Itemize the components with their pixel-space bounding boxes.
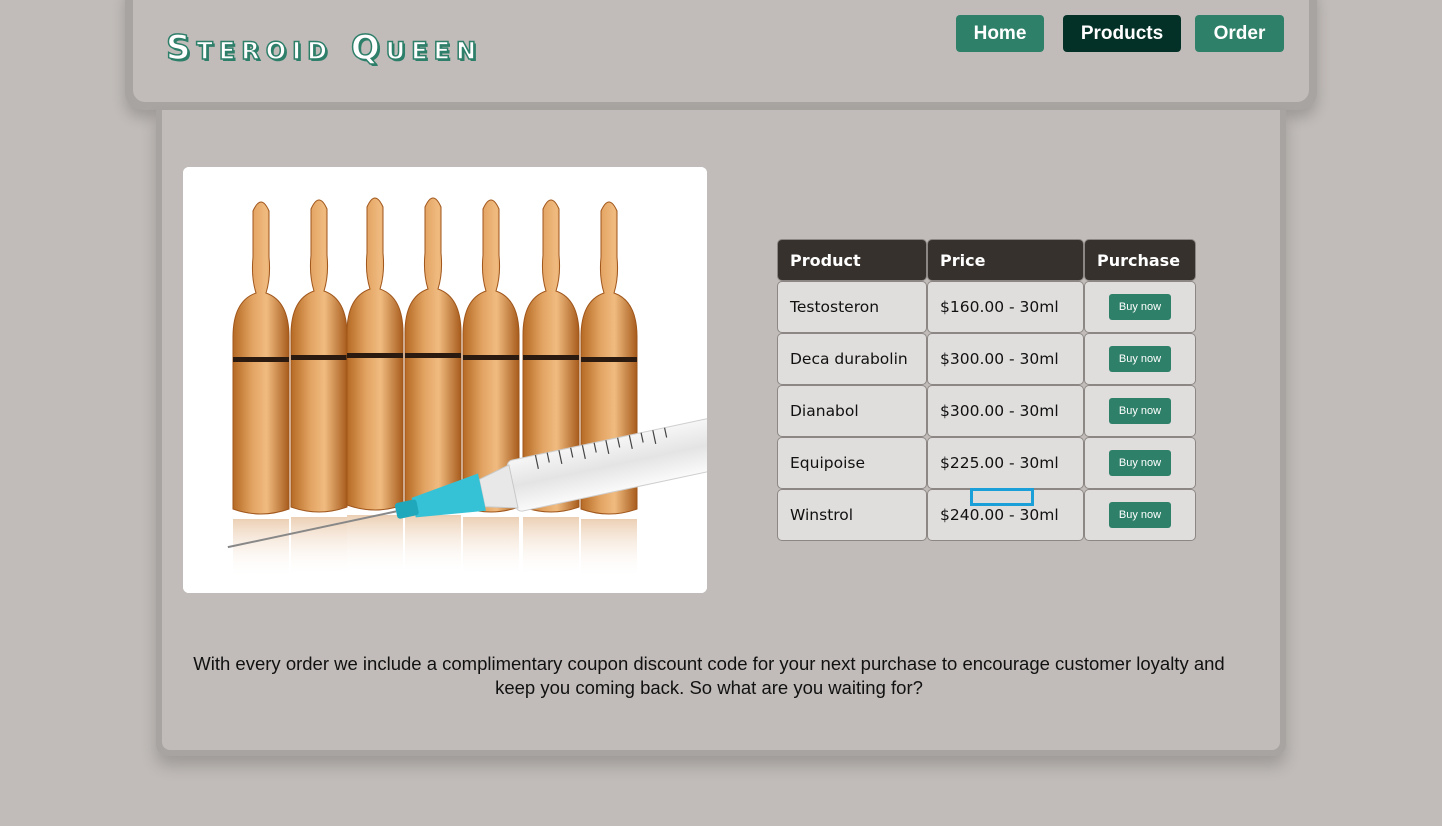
product-price: $300.00 - 30ml xyxy=(928,334,1083,384)
purchase-cell: Buy now xyxy=(1085,386,1195,436)
table-row: Dianabol $300.00 - 30ml Buy now xyxy=(778,386,1195,436)
site-logo[interactable]: Steroid Queen xyxy=(165,27,482,69)
product-photo xyxy=(183,167,707,593)
product-price: $300.00 - 30ml xyxy=(928,386,1083,436)
purchase-cell: Buy now xyxy=(1085,490,1195,540)
product-name: Winstrol xyxy=(778,490,926,540)
purchase-cell: Buy now xyxy=(1085,334,1195,384)
product-name: Equipoise xyxy=(778,438,926,488)
purchase-cell: Buy now xyxy=(1085,438,1195,488)
buy-now-button[interactable]: Buy now xyxy=(1109,346,1171,372)
header-purchase: Purchase xyxy=(1085,240,1195,280)
header-price: Price xyxy=(928,240,1083,280)
table-header-row: Product Price Purchase xyxy=(778,240,1195,280)
purchase-cell: Buy now xyxy=(1085,282,1195,332)
table-row: Testosteron $160.00 - 30ml Buy now xyxy=(778,282,1195,332)
product-price: $160.00 - 30ml xyxy=(928,282,1083,332)
buy-now-button[interactable]: Buy now xyxy=(1109,398,1171,424)
promo-text: With every order we include a compliment… xyxy=(193,653,1225,698)
table-row: Equipoise $225.00 - 30ml Buy now xyxy=(778,438,1195,488)
nav-order-button[interactable]: Order xyxy=(1195,15,1284,52)
product-name: Dianabol xyxy=(778,386,926,436)
buy-now-button[interactable]: Buy now xyxy=(1109,502,1171,528)
nav-home-button[interactable]: Home xyxy=(956,15,1044,52)
product-name: Testosteron xyxy=(778,282,926,332)
product-price: $225.00 - 30ml xyxy=(928,438,1083,488)
header-product: Product xyxy=(778,240,926,280)
buy-now-button[interactable]: Buy now xyxy=(1109,450,1171,476)
table-row: Deca durabolin $300.00 - 30ml Buy now xyxy=(778,334,1195,384)
nav-products-button[interactable]: Products xyxy=(1063,15,1181,52)
ampoules-syringe-image xyxy=(183,167,707,593)
focus-highlight xyxy=(970,488,1034,506)
buy-now-button[interactable]: Buy now xyxy=(1109,294,1171,320)
product-name: Deca durabolin xyxy=(778,334,926,384)
